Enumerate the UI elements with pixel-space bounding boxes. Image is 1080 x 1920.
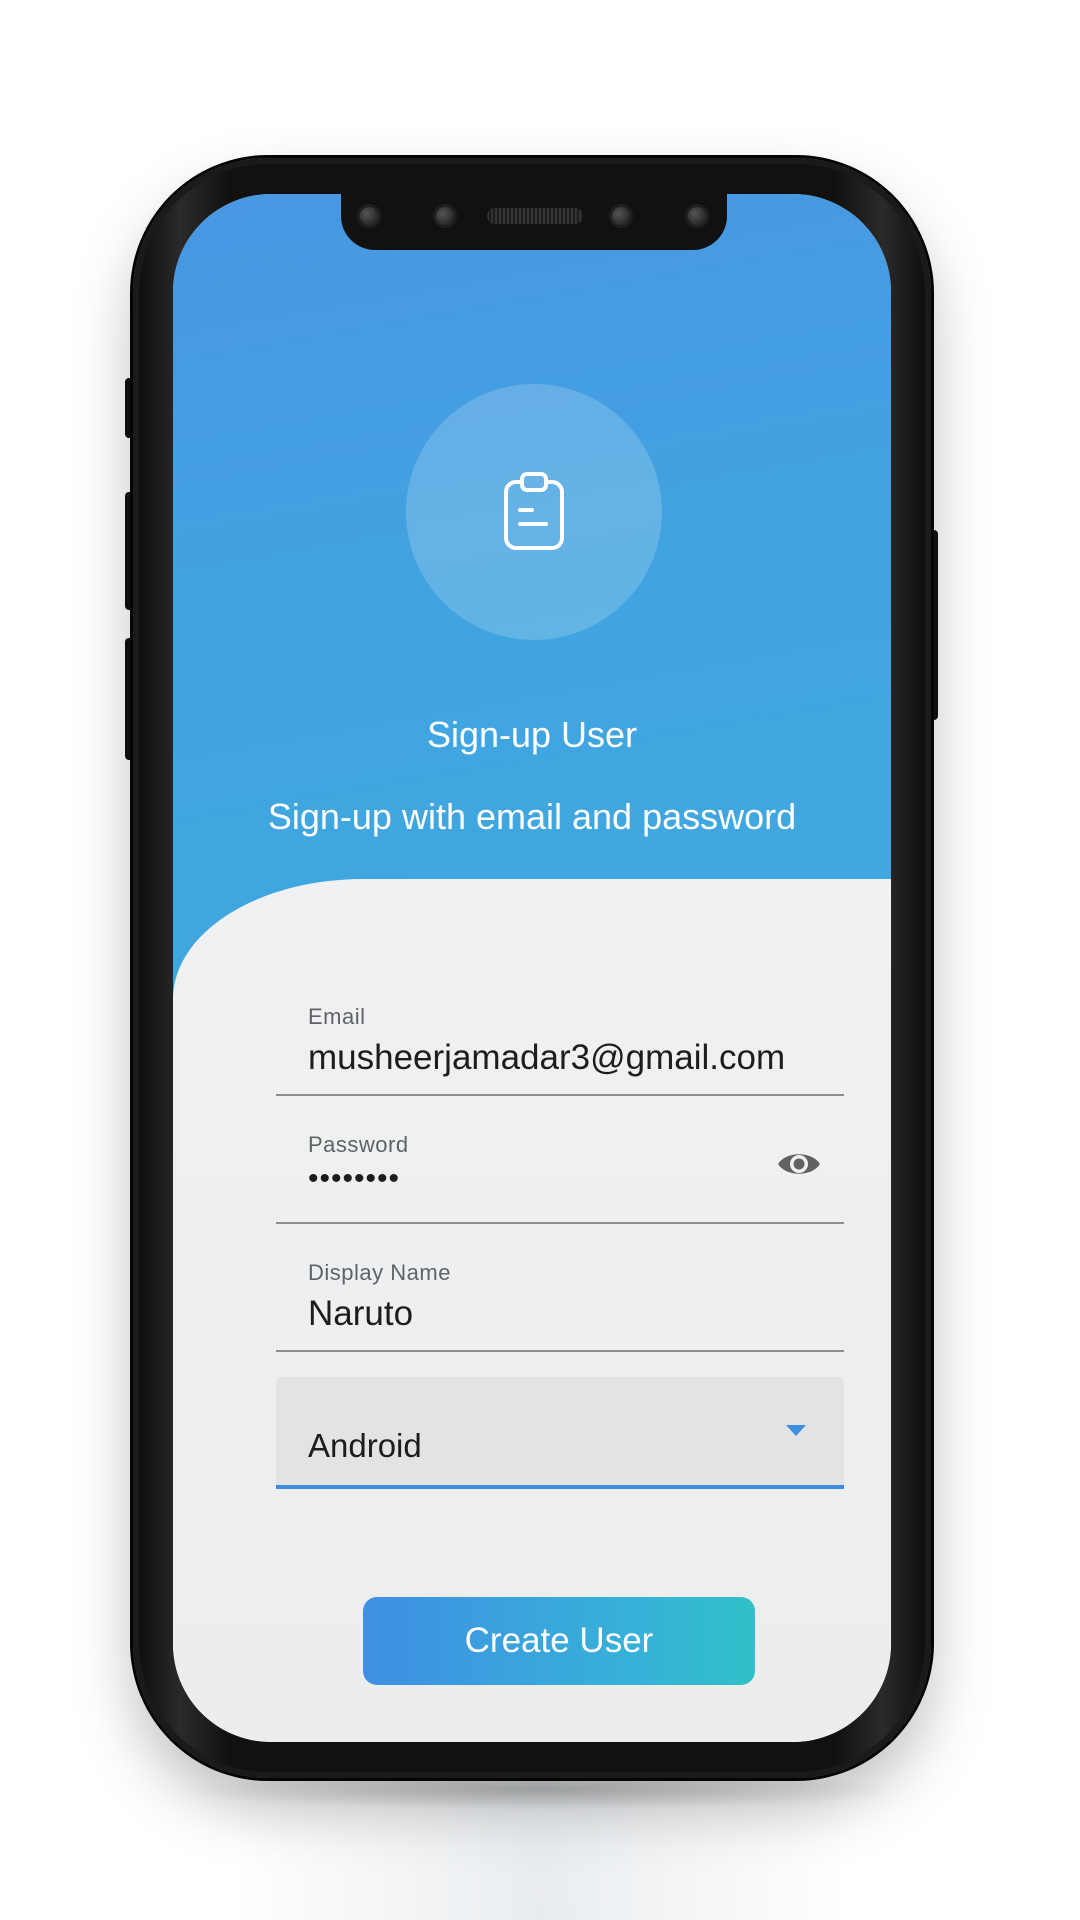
email-field[interactable]: Email musheerjamadar3@gmail.com bbox=[276, 994, 844, 1096]
arrow-drop-down-icon[interactable] bbox=[786, 1425, 806, 1436]
display-name-label: Display Name bbox=[308, 1260, 451, 1285]
dropdown-underline bbox=[276, 1485, 844, 1489]
eye-icon[interactable] bbox=[776, 1148, 822, 1180]
light-sensor bbox=[685, 204, 709, 228]
display-name-input[interactable]: Naruto bbox=[308, 1294, 413, 1334]
phone-notch bbox=[341, 194, 727, 250]
display-name-field[interactable]: Display Name Naruto bbox=[276, 1250, 844, 1352]
page-subtitle: Sign-up with email and password bbox=[267, 796, 797, 837]
email-underline bbox=[276, 1094, 844, 1096]
display-name-underline bbox=[276, 1350, 844, 1352]
password-input[interactable]: •••••••• bbox=[308, 1162, 400, 1196]
password-underline bbox=[276, 1222, 844, 1224]
password-label: Password bbox=[308, 1132, 409, 1157]
front-camera bbox=[433, 204, 457, 228]
clipboard-icon bbox=[504, 472, 564, 550]
create-user-button[interactable]: Create User bbox=[363, 1597, 755, 1685]
platform-dropdown[interactable]: Android bbox=[276, 1377, 844, 1489]
sensor-dot bbox=[357, 204, 381, 228]
logo-badge bbox=[406, 384, 662, 640]
platform-selected-value: Android bbox=[308, 1427, 422, 1464]
earpiece-speaker bbox=[487, 208, 583, 224]
app-screen: Sign-up User Sign-up with email and pass… bbox=[173, 194, 891, 1742]
password-field[interactable]: Password •••••••• bbox=[276, 1122, 844, 1224]
email-input[interactable]: musheerjamadar3@gmail.com bbox=[308, 1038, 785, 1078]
device-mockup-stage: Sign-up User Sign-up with email and pass… bbox=[0, 0, 1080, 1920]
email-label: Email bbox=[308, 1004, 366, 1029]
page-title: Sign-up User bbox=[426, 714, 638, 755]
proximity-sensor bbox=[609, 204, 633, 228]
